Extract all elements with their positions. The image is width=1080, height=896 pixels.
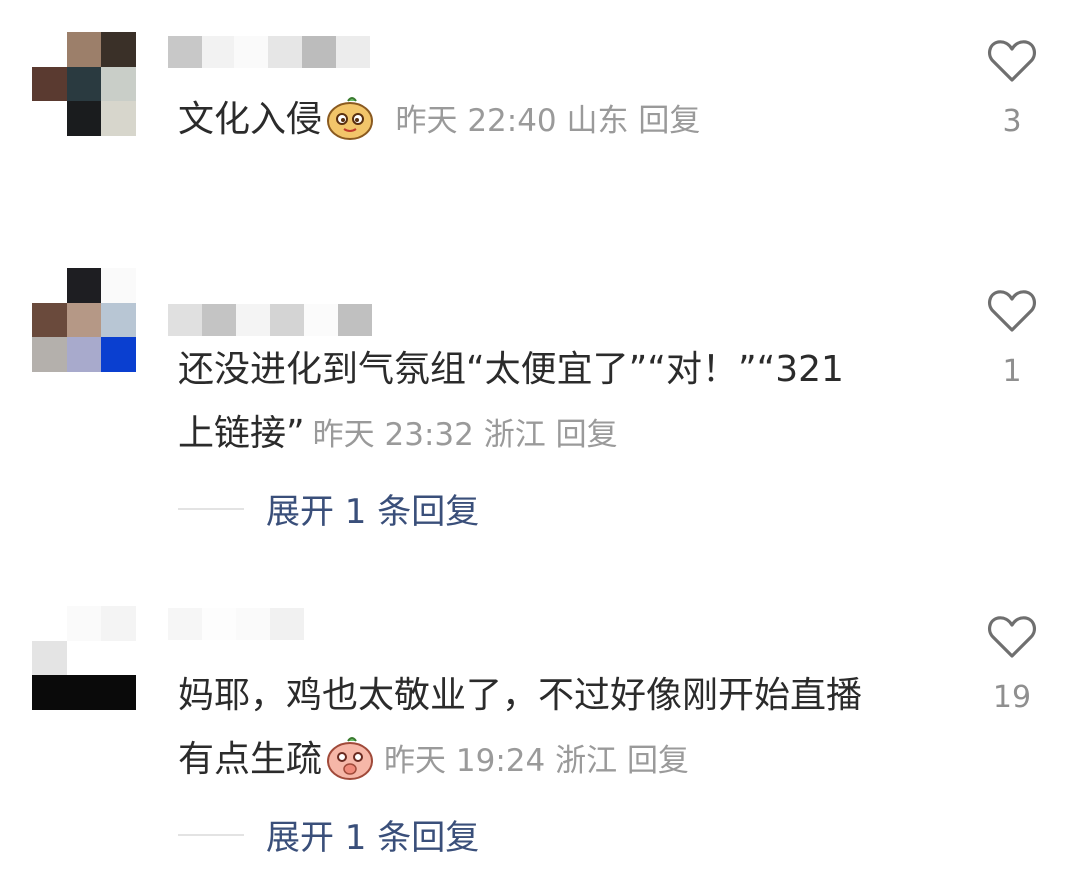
like-button[interactable]: 3	[984, 38, 1040, 139]
heart-outline-icon[interactable]	[987, 288, 1037, 334]
username-blurred[interactable]	[168, 304, 372, 336]
username-blurred[interactable]	[168, 36, 370, 68]
reply-button[interactable]: 回复	[556, 417, 618, 453]
like-button[interactable]: 19	[984, 614, 1040, 715]
avatar[interactable]	[32, 268, 136, 372]
expand-replies-button[interactable]: 展开 1 条回复	[178, 810, 479, 859]
avatar[interactable]	[32, 32, 136, 136]
like-button[interactable]: 1	[984, 288, 1040, 389]
heart-outline-icon[interactable]	[987, 38, 1037, 84]
reply-button[interactable]: 回复	[627, 743, 689, 779]
mascot-shy-face-emoji	[327, 737, 374, 780]
comment-text: 还没进化到气氛组“太便宜了”“对！”“321 上链接” 昨天 23:32 浙江 回…	[178, 349, 844, 454]
like-count: 19	[992, 680, 1032, 715]
divider-line	[178, 507, 244, 510]
mascot-sly-face-emoji	[327, 97, 374, 140]
comment-text: 文化入侵 昨天 22:40 山东 回复	[178, 88, 948, 153]
reply-button[interactable]: 回复	[638, 103, 700, 139]
expand-replies-button[interactable]: 展开 1 条回复	[178, 484, 479, 533]
divider-line	[178, 833, 244, 836]
username-blurred[interactable]	[168, 608, 304, 640]
avatar[interactable]	[32, 606, 136, 710]
comment-meta: 昨天 23:32 浙江 回复	[312, 417, 618, 453]
comment-text: 妈耶，鸡也太敬业了，不过好像刚开始直播 有点生疏 昨天 19:24 浙江 回复	[178, 675, 863, 780]
like-count: 1	[1002, 354, 1022, 389]
heart-outline-icon[interactable]	[987, 614, 1037, 660]
comment-meta: 昨天 19:24 浙江 回复	[384, 743, 689, 779]
comment-meta: 昨天 22:40 山东 回复	[395, 103, 701, 139]
like-count: 3	[1002, 104, 1022, 139]
